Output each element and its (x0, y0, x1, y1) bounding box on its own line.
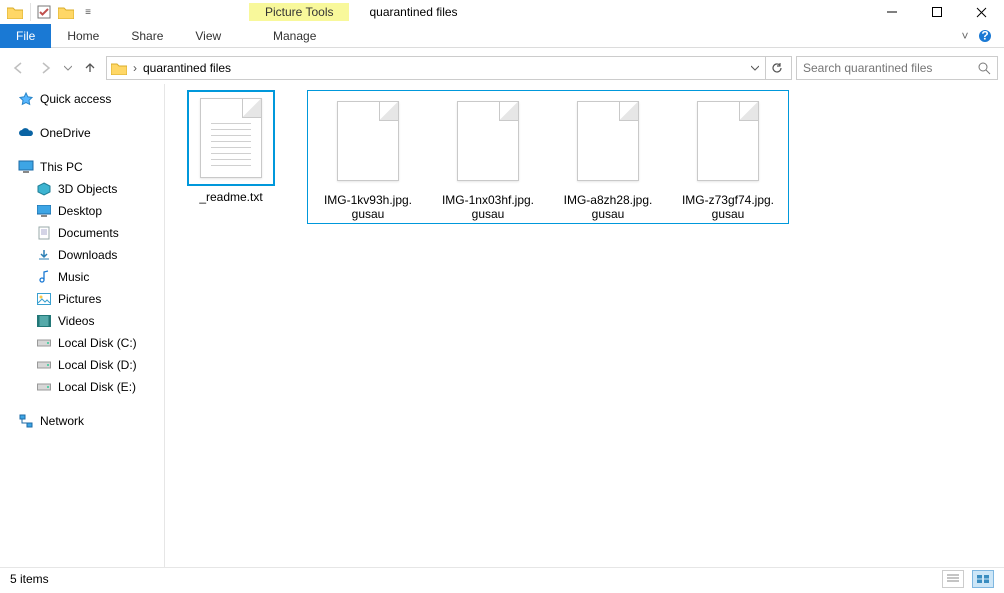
svg-text:?: ? (981, 29, 988, 43)
sidebar-item-label: Documents (58, 226, 119, 240)
network-icon (18, 413, 34, 429)
sidebar-item-documents[interactable]: Documents (0, 222, 164, 244)
drive-icon (36, 379, 52, 395)
star-icon (18, 91, 34, 107)
ribbon-collapse-icon[interactable]: ˅ (952, 29, 978, 43)
navigation-row: › quarantined files (0, 52, 1004, 84)
sidebar-item-label: Local Disk (D:) (58, 358, 137, 372)
blank-file-icon (337, 101, 399, 181)
files-area[interactable]: _readme.txt IMG-1kv93h.jpg.gusau IMG-1nx… (165, 84, 1004, 567)
file-name: _readme.txt (199, 190, 262, 204)
sidebar-item-videos[interactable]: Videos (0, 310, 164, 332)
up-button[interactable] (78, 56, 102, 80)
picture-icon (36, 291, 52, 307)
music-icon (36, 269, 52, 285)
sidebar-item-label: This PC (40, 160, 83, 174)
blank-file-icon (697, 101, 759, 181)
monitor-icon (18, 159, 34, 175)
sidebar-item-label: Downloads (58, 248, 117, 262)
file-name: IMG-z73gf74.jpg.gusau (682, 193, 774, 221)
tab-file[interactable]: File (0, 24, 51, 48)
refresh-icon[interactable] (765, 57, 787, 79)
window-title: quarantined files (369, 5, 457, 19)
address-folder-icon (111, 61, 127, 75)
sidebar-item-disk-d[interactable]: Local Disk (D:) (0, 354, 164, 376)
cube-icon (36, 181, 52, 197)
ribbon: File Home Share View Manage ˅ ? (0, 24, 1004, 48)
forward-button[interactable] (34, 56, 58, 80)
qat-overflow-icon[interactable]: ≡ (77, 1, 99, 23)
breadcrumb-segment[interactable]: quarantined files (143, 61, 231, 75)
drive-icon (36, 335, 52, 351)
search-box[interactable] (796, 56, 998, 80)
minimize-button[interactable] (869, 0, 914, 24)
separator (30, 3, 31, 21)
maximize-button[interactable] (914, 0, 959, 24)
file-item[interactable]: IMG-1kv93h.jpg.gusau (308, 93, 428, 221)
search-input[interactable] (803, 61, 972, 75)
sidebar-item-music[interactable]: Music (0, 266, 164, 288)
sidebar-item-label: Desktop (58, 204, 102, 218)
blank-file-icon (457, 101, 519, 181)
drive-icon (36, 357, 52, 373)
sidebar-item-pictures[interactable]: Pictures (0, 288, 164, 310)
sidebar-item-label: OneDrive (40, 126, 91, 140)
help-icon[interactable]: ? (978, 29, 1004, 43)
tab-manage[interactable]: Manage (237, 24, 352, 48)
address-bar[interactable]: › quarantined files (106, 56, 792, 80)
qat-check-icon[interactable] (33, 1, 55, 23)
tab-share[interactable]: Share (115, 24, 179, 48)
cloud-icon (18, 125, 34, 141)
sidebar-item-quick-access[interactable]: Quick access (0, 88, 164, 110)
sidebar-item-label: Pictures (58, 292, 101, 306)
sidebar-item-label: Quick access (40, 92, 111, 106)
sidebar-item-3d-objects[interactable]: 3D Objects (0, 178, 164, 200)
view-details-button[interactable] (942, 570, 964, 588)
sidebar-item-label: Network (40, 414, 84, 428)
file-name: IMG-1kv93h.jpg.gusau (324, 193, 412, 221)
file-item[interactable]: IMG-1nx03hf.jpg.gusau (428, 93, 548, 221)
window-titlebar: ≡ Picture Tools quarantined files (0, 0, 1004, 24)
sidebar-item-this-pc[interactable]: This PC (0, 156, 164, 178)
sidebar-item-onedrive[interactable]: OneDrive (0, 122, 164, 144)
download-icon (36, 247, 52, 263)
file-name: IMG-1nx03hf.jpg.gusau (442, 193, 534, 221)
sidebar-item-desktop[interactable]: Desktop (0, 200, 164, 222)
sidebar-item-label: Music (58, 270, 89, 284)
sidebar-item-label: 3D Objects (58, 182, 117, 196)
document-icon (36, 225, 52, 241)
sidebar-item-label: Local Disk (C:) (58, 336, 137, 350)
navigation-pane: Quick access OneDrive This PC 3D Objects… (0, 84, 165, 567)
video-icon (36, 313, 52, 329)
app-icon (6, 4, 24, 20)
tab-home[interactable]: Home (51, 24, 115, 48)
status-bar: 5 items (0, 567, 1004, 589)
item-count: 5 items (10, 572, 49, 586)
sidebar-item-disk-c[interactable]: Local Disk (C:) (0, 332, 164, 354)
sidebar-item-disk-e[interactable]: Local Disk (E:) (0, 376, 164, 398)
address-dropdown-icon[interactable] (751, 64, 759, 72)
qat-folder-icon[interactable] (55, 1, 77, 23)
sidebar-item-label: Videos (58, 314, 94, 328)
file-item[interactable]: IMG-z73gf74.jpg.gusau (668, 93, 788, 221)
sidebar-item-downloads[interactable]: Downloads (0, 244, 164, 266)
sidebar-item-network[interactable]: Network (0, 410, 164, 432)
back-button[interactable] (6, 56, 30, 80)
view-large-icons-button[interactable] (972, 570, 994, 588)
contextual-tab-label: Picture Tools (249, 3, 349, 21)
sidebar-item-label: Local Disk (E:) (58, 380, 136, 394)
quick-access-toolbar: ≡ (0, 1, 99, 23)
file-item-readme[interactable]: _readme.txt (171, 90, 291, 204)
text-file-icon (200, 98, 262, 178)
desktop-icon (36, 203, 52, 219)
tab-view[interactable]: View (179, 24, 237, 48)
close-button[interactable] (959, 0, 1004, 24)
file-item[interactable]: IMG-a8zh28.jpg.gusau (548, 93, 668, 221)
blank-file-icon (577, 101, 639, 181)
breadcrumb-chevron-icon[interactable]: › (133, 61, 137, 75)
selected-group-highlight: IMG-1kv93h.jpg.gusau IMG-1nx03hf.jpg.gus… (307, 90, 789, 224)
search-icon[interactable] (978, 62, 991, 75)
file-name: IMG-a8zh28.jpg.gusau (564, 193, 653, 221)
history-dropdown-icon[interactable] (62, 56, 74, 80)
